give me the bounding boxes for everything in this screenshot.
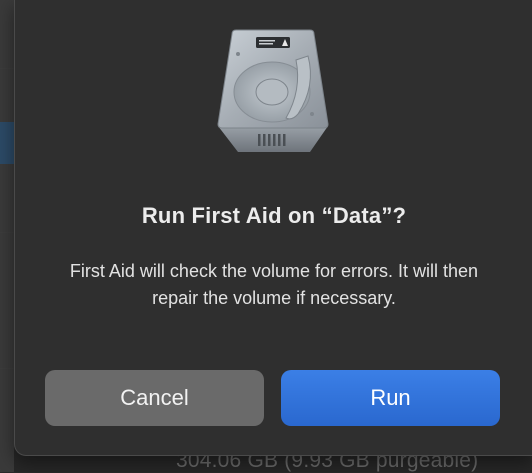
sidebar-divider — [0, 368, 14, 369]
cancel-button[interactable]: Cancel — [45, 370, 264, 426]
cancel-button-label: Cancel — [120, 385, 189, 410]
dialog-message: First Aid will check the volume for erro… — [69, 261, 479, 308]
first-aid-confirmation-dialog: Run First Aid on “Data”? First Aid will … — [14, 0, 532, 456]
sidebar-divider — [0, 232, 14, 233]
sidebar-edge — [0, 0, 14, 472]
dialog-title: Run First Aid on “Data”? — [141, 203, 407, 228]
internal-disk-icon — [217, 29, 329, 152]
run-button[interactable]: Run — [281, 370, 500, 426]
run-button-label: Run — [370, 385, 411, 410]
sidebar-divider — [0, 68, 14, 69]
sidebar-selected-item[interactable] — [0, 122, 14, 164]
